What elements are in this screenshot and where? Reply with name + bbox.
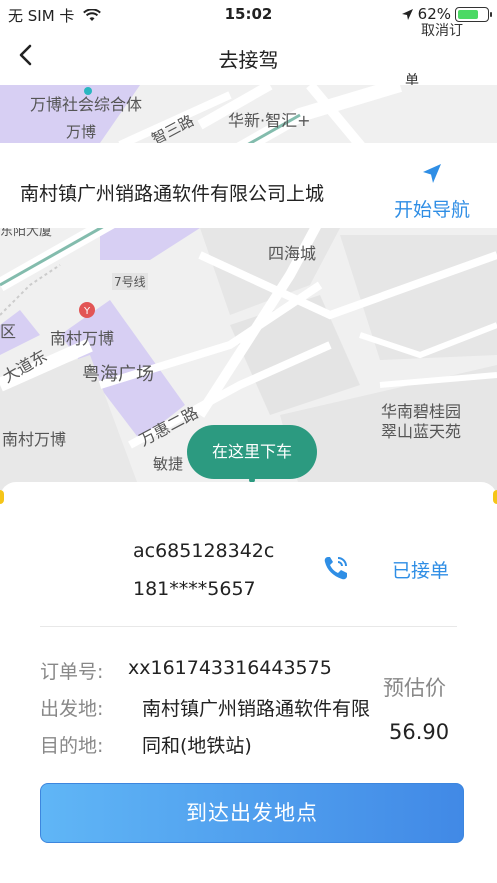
- map-label-wanbo-road-top: 万博: [66, 123, 97, 141]
- map-label-sihaicheng: 四海城: [268, 244, 317, 263]
- arrive-at-pickup-button[interactable]: 到达出发地点: [40, 783, 464, 843]
- order-number-value: xx161743316443575: [128, 657, 332, 679]
- order-number-row: 订单号: xx161743316443575: [40, 657, 332, 684]
- map-label-qu: 区: [0, 322, 17, 341]
- map-label-nancun-wanbo: 南村万博: [2, 430, 67, 449]
- location-arrow-icon: [401, 8, 413, 20]
- panel-edge-marker-right: [493, 490, 497, 504]
- destination-label: 目的地:: [40, 735, 104, 757]
- passenger-id: ac685128342c: [133, 540, 275, 562]
- page-title: 去接驾: [218, 48, 279, 72]
- phone-call-icon[interactable]: [321, 553, 351, 583]
- origin-value: 南村镇广州销路通软件有限: [142, 698, 371, 720]
- dropoff-label: 在这里下车: [211, 442, 292, 461]
- svg-text:Y: Y: [83, 306, 91, 317]
- estimated-price-value: 56.90: [389, 720, 450, 744]
- start-navigation-button[interactable]: 开始导航: [387, 161, 477, 222]
- pickup-address: 南村镇广州销路通软件有限公司上城: [20, 183, 325, 205]
- nav-bar: 去接驾 取消订 单: [0, 23, 497, 89]
- destination-value: 同和(地铁站): [142, 735, 252, 757]
- order-status: 已接单: [392, 560, 450, 582]
- panel-divider: [40, 626, 457, 627]
- map-label-huaxin: 华新·智汇+: [228, 111, 311, 130]
- map-label-yuehai-plaza: 粤海广场: [82, 364, 154, 385]
- order-panel: ac685128342c 181****5657 已接单 订单号: xx16174…: [0, 482, 497, 883]
- destination-row: 目的地: 同和(地铁站): [40, 731, 252, 758]
- map-label-minjie: 敏捷: [153, 455, 184, 473]
- cancel-order-peek[interactable]: 取消订: [421, 20, 463, 40]
- map-label-line7: 7号线: [112, 273, 148, 290]
- navigation-arrow-icon: [423, 164, 441, 183]
- origin-label: 出发地:: [40, 698, 104, 720]
- estimated-price-label: 预估价: [383, 676, 446, 700]
- map-label-nancun-wanbo-station: 南村万博: [50, 329, 115, 348]
- origin-row: 出发地: 南村镇广州销路通软件有限: [40, 694, 382, 721]
- panel-edge-marker-left: [0, 490, 4, 504]
- metro-station-icon: Y: [79, 302, 95, 318]
- order-number-label: 订单号:: [40, 661, 104, 683]
- pickup-address-card: 南村镇广州销路通软件有限公司上城 开始导航: [0, 143, 497, 228]
- map-label-cuishan-lantian: 翠山蓝天苑: [381, 422, 462, 441]
- dropoff-pin[interactable]: 在这里下车: [187, 425, 317, 483]
- start-navigation-label: 开始导航: [393, 199, 470, 221]
- passenger-phone: 181****5657: [133, 578, 256, 600]
- map-label-wanbo-complex: 万博社会综合体: [30, 95, 143, 114]
